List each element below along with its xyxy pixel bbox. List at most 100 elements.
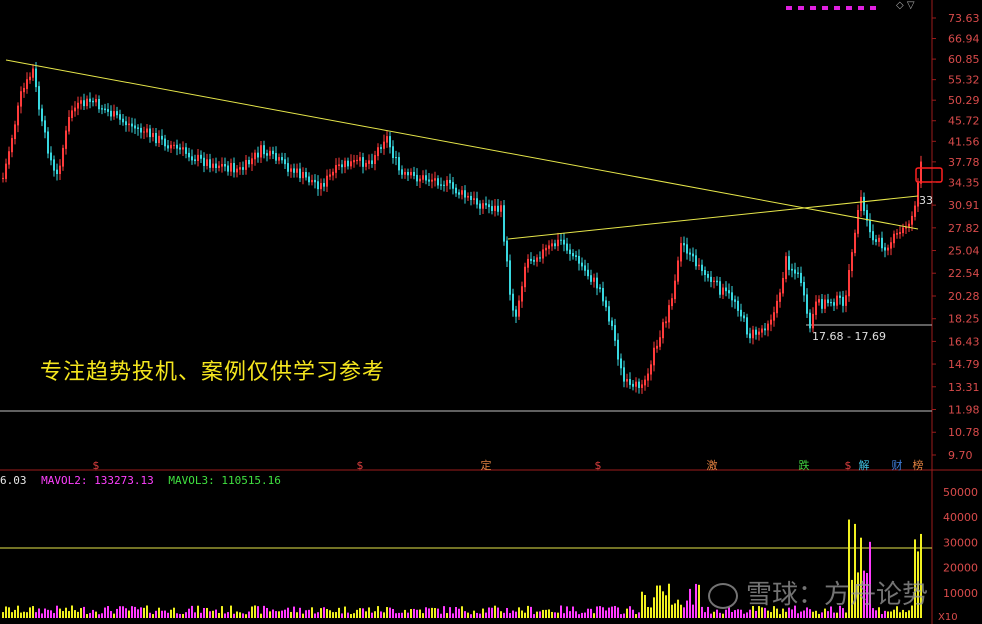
- candle-body: [677, 260, 679, 282]
- event-marker[interactable]: $: [595, 459, 602, 472]
- volume-bar: [668, 583, 670, 618]
- volume-bar: [326, 609, 328, 618]
- volume-bar: [161, 610, 163, 618]
- candle-body: [41, 108, 43, 122]
- candle-body: [485, 203, 487, 206]
- volume-bar: [98, 614, 100, 618]
- candle-body: [554, 243, 556, 247]
- candle-body: [17, 105, 19, 126]
- candle-body: [833, 302, 835, 306]
- candle-body: [425, 175, 427, 181]
- kline-chart[interactable]: 33 17.68 - 17.69 73.63 66.94 60.85 55.32 50.…: [0, 0, 982, 624]
- candle-body: [698, 264, 700, 267]
- volume-bar: [500, 611, 502, 618]
- candle-body: [302, 172, 304, 179]
- volume-bar: [734, 610, 736, 618]
- candle-body: [587, 269, 589, 277]
- volume-bar: [515, 611, 517, 618]
- price-tick-label: 25.04: [948, 245, 980, 258]
- candle-body: [356, 159, 358, 162]
- volume-bar: [389, 607, 391, 618]
- event-marker[interactable]: 榜: [913, 458, 924, 472]
- candle-body: [209, 159, 211, 168]
- candle-body: [170, 144, 172, 149]
- candle-body: [824, 299, 826, 309]
- candle-body: [344, 160, 346, 168]
- candle-body: [821, 299, 823, 309]
- candle-body: [626, 379, 628, 382]
- price-tick-label: 18.25: [948, 313, 980, 326]
- event-marker[interactable]: 财: [892, 458, 903, 472]
- event-marker[interactable]: 解: [859, 458, 870, 472]
- volume-bar: [494, 605, 496, 618]
- volume-bar: [689, 588, 691, 618]
- candle-body: [620, 358, 622, 369]
- candle-body: [527, 258, 529, 268]
- volume-bar: [599, 606, 601, 618]
- candle-body: [785, 256, 787, 279]
- mavol1-value: 6.03: [0, 474, 27, 487]
- candle-body: [125, 121, 127, 126]
- price-tick-label: 34.35: [948, 176, 980, 189]
- mavol2-value: MAVOL2: 133273.13: [41, 474, 154, 487]
- candle-body: [398, 157, 400, 171]
- candle-body: [818, 299, 820, 303]
- volume-bar: [731, 612, 733, 618]
- candle-body: [62, 147, 64, 167]
- candle-body: [116, 111, 118, 116]
- price-tick-label: 60.85: [948, 53, 980, 66]
- candle-body: [536, 257, 538, 262]
- candle-body: [539, 257, 541, 259]
- volume-bar: [65, 607, 67, 618]
- candle-body: [83, 100, 85, 107]
- volume-tick-label: 30000: [943, 536, 978, 549]
- volume-bar: [173, 607, 175, 618]
- candle-body: [95, 98, 97, 103]
- candle-body: [185, 147, 187, 154]
- volume-bar: [83, 606, 85, 618]
- candle-body: [734, 299, 736, 302]
- volume-bar: [359, 608, 361, 618]
- candle-body: [197, 154, 199, 162]
- candle-body: [71, 110, 73, 119]
- event-marker[interactable]: 跌: [799, 458, 810, 472]
- event-marker[interactable]: 激: [707, 458, 718, 472]
- candle-body: [749, 333, 751, 339]
- candle-body: [599, 287, 601, 290]
- candle-body: [275, 153, 277, 161]
- volume-bar: [674, 603, 676, 618]
- volume-bar: [524, 612, 526, 618]
- volume-bar: [338, 607, 340, 618]
- volume-bar: [32, 606, 34, 618]
- volume-bar: [257, 606, 259, 618]
- candle-body: [755, 329, 757, 335]
- candle-body: [308, 176, 310, 183]
- candle-body: [794, 269, 796, 274]
- candle-body: [458, 192, 460, 195]
- volume-bar: [371, 612, 373, 618]
- volume-bar: [212, 610, 214, 618]
- candle-body: [716, 280, 718, 283]
- volume-bar: [680, 604, 682, 618]
- volume-bar: [47, 609, 49, 618]
- window-controls-icon[interactable]: ◇ ▽: [896, 0, 915, 11]
- volume-bar: [332, 612, 334, 618]
- candle-body: [887, 247, 889, 251]
- event-marker[interactable]: $: [357, 459, 364, 472]
- event-marker[interactable]: $: [845, 459, 852, 472]
- event-marker[interactable]: 定: [481, 458, 492, 472]
- level-marker: 33: [919, 194, 933, 207]
- volume-bar: [899, 612, 901, 618]
- candle-body: [788, 256, 790, 270]
- event-marker[interactable]: $: [93, 459, 100, 472]
- volume-bar: [875, 610, 877, 618]
- volume-bar: [356, 609, 358, 618]
- volume-bar: [203, 607, 205, 618]
- candle-body: [878, 237, 880, 242]
- volume-tick-label: 50000: [943, 486, 978, 499]
- candle-body: [674, 280, 676, 300]
- candle-body: [479, 203, 481, 209]
- candle-body: [800, 272, 802, 283]
- candle-body: [113, 111, 115, 117]
- volume-bar: [5, 606, 7, 618]
